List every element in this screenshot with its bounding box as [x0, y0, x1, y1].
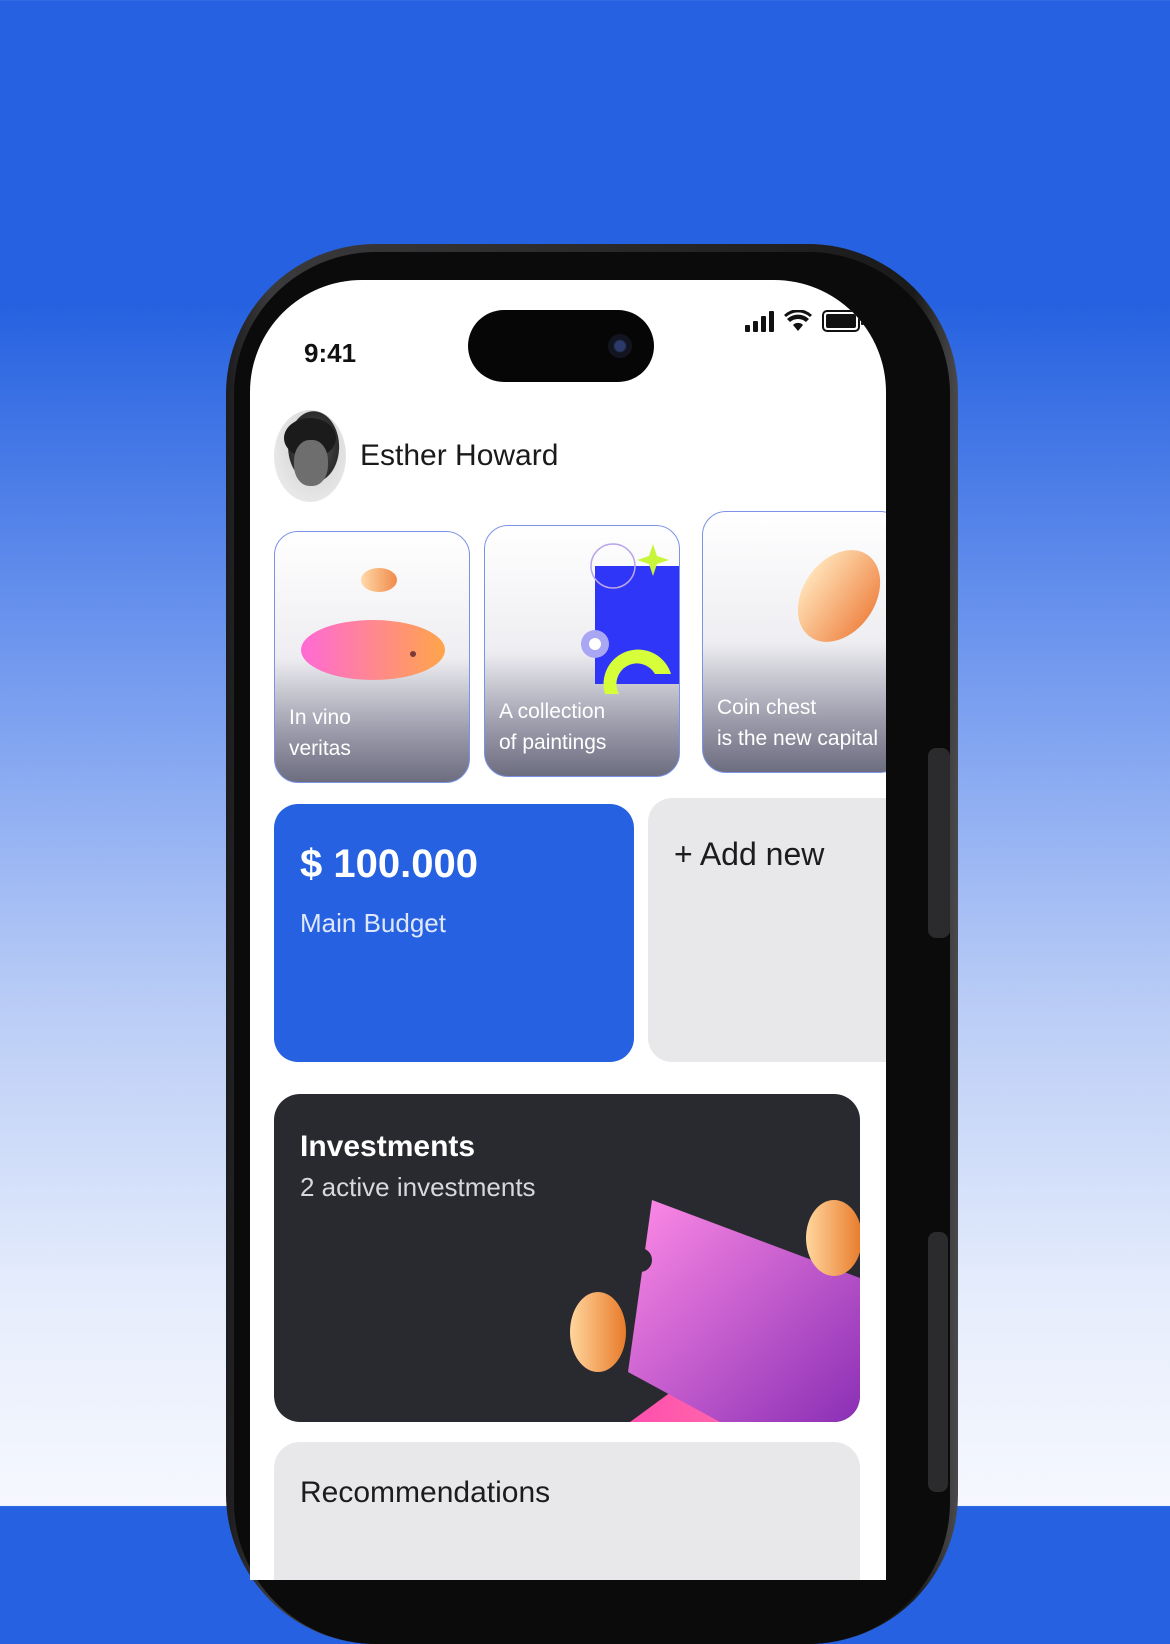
phone-screen: 9:41 Esther Howard In vino veritas A col…	[250, 280, 886, 1580]
coin-dish-illustration	[301, 568, 445, 680]
story-title: A collection of paintings	[499, 700, 607, 754]
battery-icon	[822, 310, 864, 332]
cellular-signal-icon	[745, 310, 774, 332]
investments-card[interactable]: Investments 2 active investments	[274, 1094, 860, 1422]
add-new-card[interactable]: + Add new	[648, 798, 886, 1062]
budget-amount: $ 100.000	[300, 842, 478, 886]
wifi-icon	[784, 310, 812, 331]
investments-title: Investments	[300, 1130, 476, 1163]
main-budget-card[interactable]: $ 100.000 Main Budget	[274, 804, 634, 1062]
story-card-paintings[interactable]: A collection of paintings	[484, 525, 680, 777]
status-time: 9:41	[304, 338, 357, 368]
side-button	[928, 1232, 948, 1492]
budget-label: Main Budget	[300, 908, 446, 938]
volume-button	[928, 748, 950, 938]
ticket-coins-illustration	[570, 1200, 860, 1422]
profile-header[interactable]: Esther Howard	[274, 410, 558, 502]
investments-subtitle: 2 active investments	[300, 1172, 536, 1202]
camera-icon	[608, 334, 632, 358]
dynamic-island	[468, 310, 654, 382]
story-card-wine[interactable]: In vino veritas	[274, 531, 470, 783]
paintings-illustration	[581, 543, 679, 694]
story-card-coin-chest[interactable]: Coin chest is the new capital	[702, 511, 886, 773]
recommendations-card[interactable]: Recommendations	[274, 1442, 860, 1580]
avatar[interactable]	[274, 410, 346, 502]
stories-carousel[interactable]: In vino veritas A collection of painting…	[274, 511, 886, 785]
coin-illustration	[797, 550, 881, 642]
add-new-label: + Add new	[674, 836, 825, 872]
profile-name: Esther Howard	[360, 439, 559, 472]
recommendations-title: Recommendations	[300, 1476, 551, 1509]
story-title: In vino veritas	[289, 706, 351, 760]
status-icons	[745, 310, 864, 332]
story-title: Coin chest is the new capital	[717, 696, 879, 750]
